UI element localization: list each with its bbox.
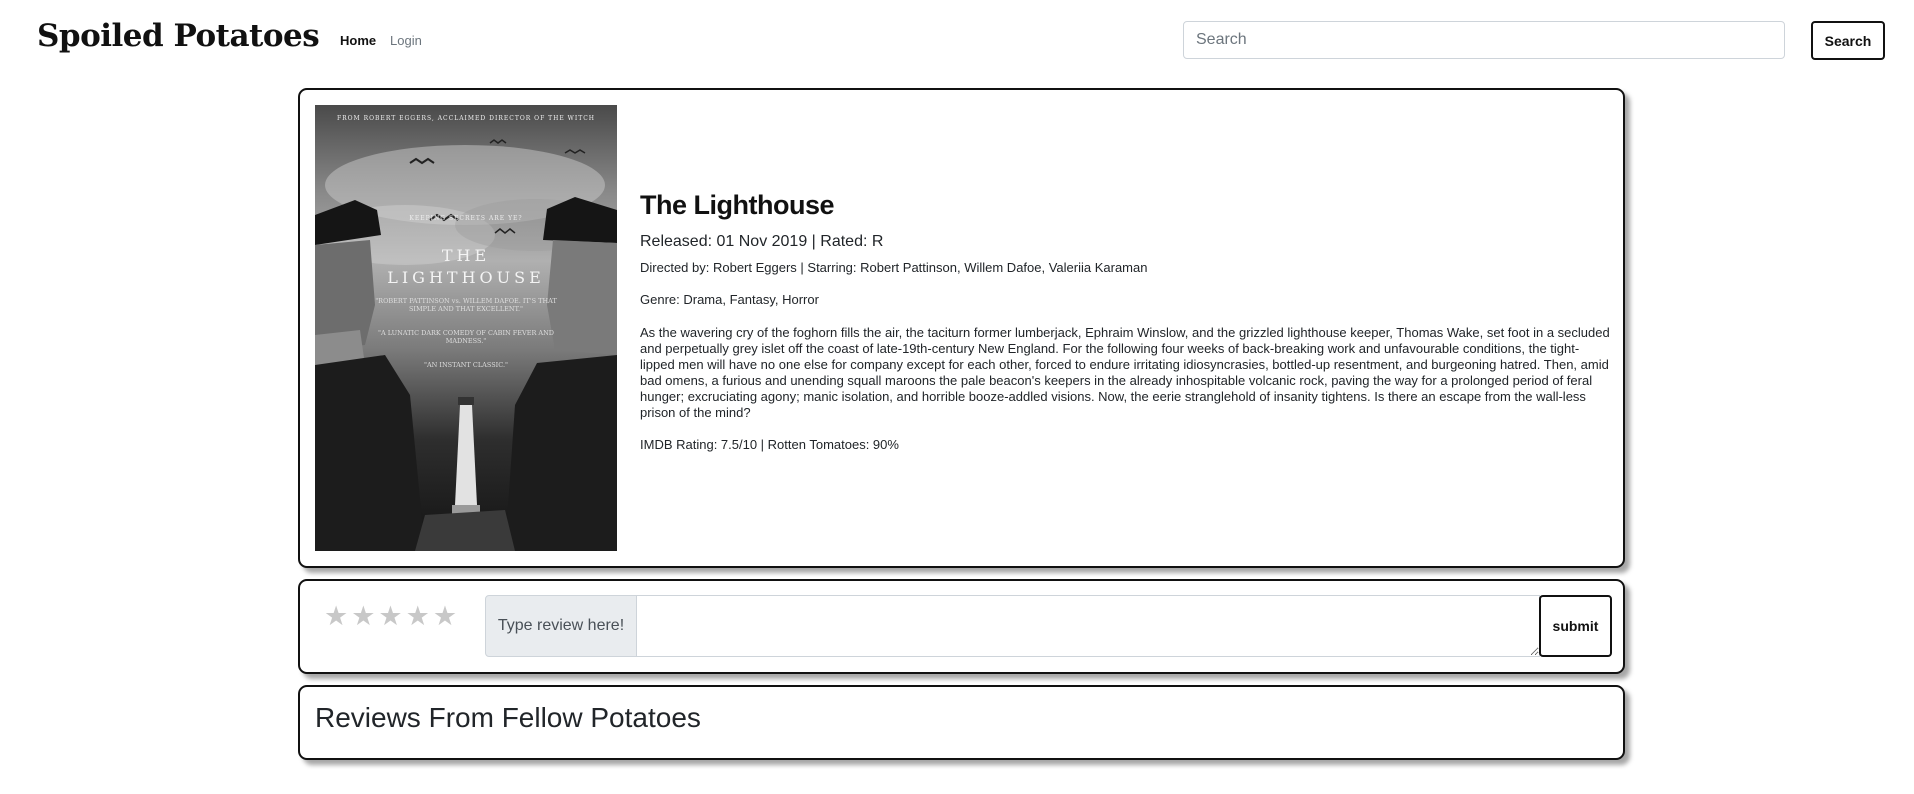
review-form-card: ★★★★★ Type review here! submit — [298, 579, 1625, 674]
plot-summary: As the wavering cry of the foghorn fills… — [640, 325, 1610, 420]
poster-tagline: KEEPING SECRETS ARE YE? — [409, 215, 523, 222]
poster-title: THE LIGHTHOUSE — [315, 245, 617, 289]
poster-quote: "AN INSTANT CLASSIC." — [423, 361, 509, 369]
poster-artwork — [315, 139, 617, 551]
reviews-card: Reviews From Fellow Potatoes — [298, 685, 1625, 760]
submit-review-button[interactable]: submit — [1539, 595, 1612, 657]
nav-link-home[interactable]: Home — [340, 33, 376, 48]
poster-top-credit: FROM ROBERT EGGERS, ACCLAIMED DIRECTOR O… — [336, 115, 596, 122]
credits-info: Directed by: Robert Eggers | Starring: R… — [640, 260, 1148, 275]
star-rating-input[interactable]: ★★★★★ — [324, 601, 460, 632]
poster-quote: "ROBERT PATTINSON vs. WILLEM DAFOE. IT'S… — [375, 297, 557, 313]
brand-logo[interactable]: Spoiled Potatoes — [37, 18, 320, 54]
poster-title-line2: LIGHTHOUSE — [387, 268, 545, 287]
movie-poster: FROM ROBERT EGGERS, ACCLAIMED DIRECTOR O… — [315, 105, 617, 551]
reviews-heading: Reviews From Fellow Potatoes — [315, 702, 701, 733]
movie-details-card: FROM ROBERT EGGERS, ACCLAIMED DIRECTOR O… — [298, 88, 1625, 568]
genre-info: Genre: Drama, Fantasy, Horror — [640, 292, 819, 307]
poster-title-line1: THE — [441, 246, 491, 265]
nav-link-login[interactable]: Login — [390, 33, 422, 48]
ratings-info: IMDB Rating: 7.5/10 | Rotten Tomatoes: 9… — [640, 437, 899, 452]
release-info: Released: 01 Nov 2019 | Rated: R — [640, 233, 884, 250]
navbar: Spoiled Potatoes Home Login Search — [0, 0, 1914, 80]
search-input[interactable] — [1183, 21, 1785, 59]
search-button[interactable]: Search — [1811, 21, 1885, 60]
movie-title: The Lighthouse — [640, 190, 834, 220]
review-input-label: Type review here! — [485, 595, 637, 657]
poster-quote: "A LUNATIC DARK COMEDY OF CABIN FEVER AN… — [377, 329, 555, 345]
review-textarea[interactable] — [636, 595, 1540, 657]
